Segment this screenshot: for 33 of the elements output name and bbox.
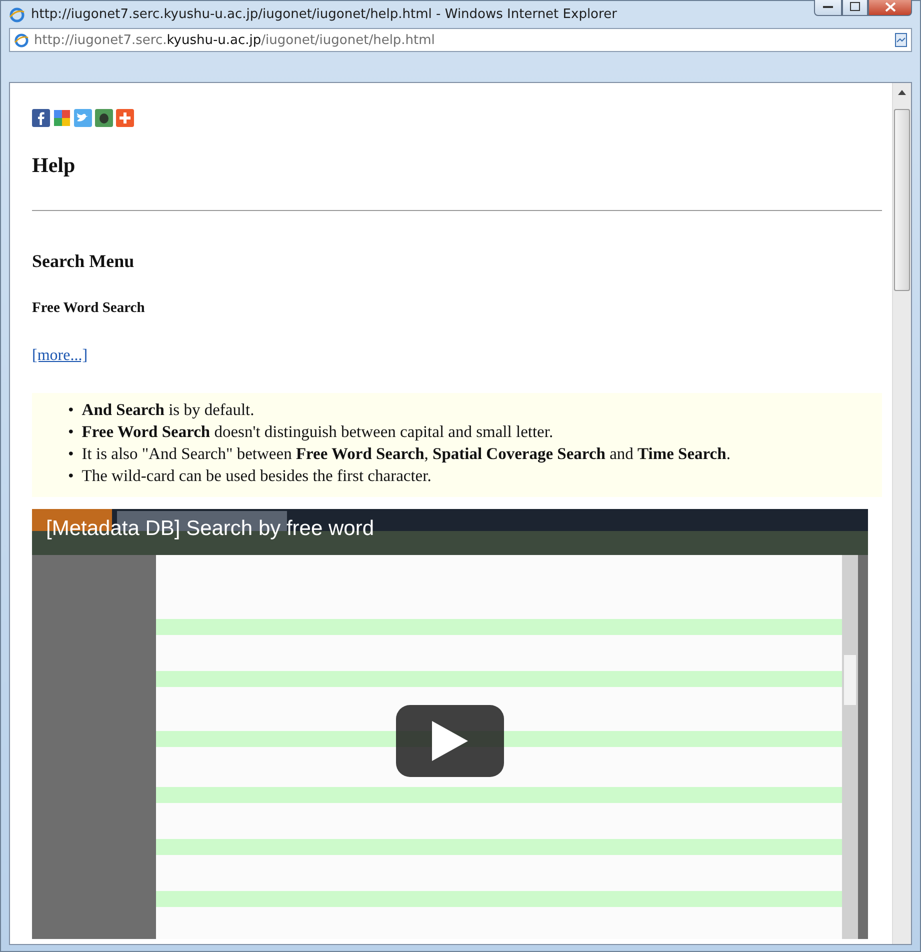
scroll-up-icon[interactable] — [898, 89, 906, 95]
address-text: http://iugonet7.serc.kyushu-u.ac.jp/iugonet/iugonet/help.html — [34, 32, 436, 48]
play-icon — [430, 719, 470, 763]
note-text: Free Word Search doesn't distinguish between capital and small letter. — [82, 421, 554, 443]
address-bar[interactable]: http://iugonet7.serc.kyushu-u.ac.jp/iugonet/iugonet/help.html — [9, 28, 912, 52]
bullet: • — [68, 399, 74, 421]
section-heading: Search Menu — [32, 251, 136, 272]
play-button[interactable] — [396, 705, 504, 777]
bullet: • — [68, 465, 74, 487]
page-icon[interactable] — [895, 33, 907, 47]
note-text: The wild-card can be used besides the first character. — [82, 465, 432, 487]
maximize-button[interactable] — [842, 0, 868, 16]
close-button[interactable] — [868, 0, 912, 16]
note-text: And Search is by default. — [82, 399, 254, 421]
maximize-icon — [850, 2, 860, 11]
minimize-icon — [823, 4, 833, 8]
plus-icon[interactable] — [116, 109, 134, 127]
scrollbar-thumb[interactable] — [894, 109, 910, 291]
bullet: • — [68, 421, 74, 443]
close-icon — [884, 2, 896, 12]
browser-icon — [9, 6, 25, 22]
video-title: [Metadata DB] Search by free word — [46, 517, 374, 541]
note-text: It is also "And Search" between Free Word Search, Spatial Coverage Search and Time Search. — [82, 443, 730, 465]
facebook-icon[interactable] — [32, 109, 50, 127]
scrollbar[interactable] — [892, 83, 911, 944]
minimize-button[interactable] — [814, 0, 842, 16]
page-title: Help — [32, 153, 76, 178]
bird-icon[interactable] — [74, 109, 92, 127]
more-link[interactable]: [more...] — [32, 347, 88, 364]
window-title: http://iugonet7.serc.kyushu-u.ac.jp/iugonet/iugonet/help.html - Windows Internet Explorer — [31, 7, 618, 22]
browser-icon — [14, 32, 29, 48]
bullet: • — [68, 443, 74, 465]
subsection-heading: Free Word Search — [32, 300, 146, 317]
